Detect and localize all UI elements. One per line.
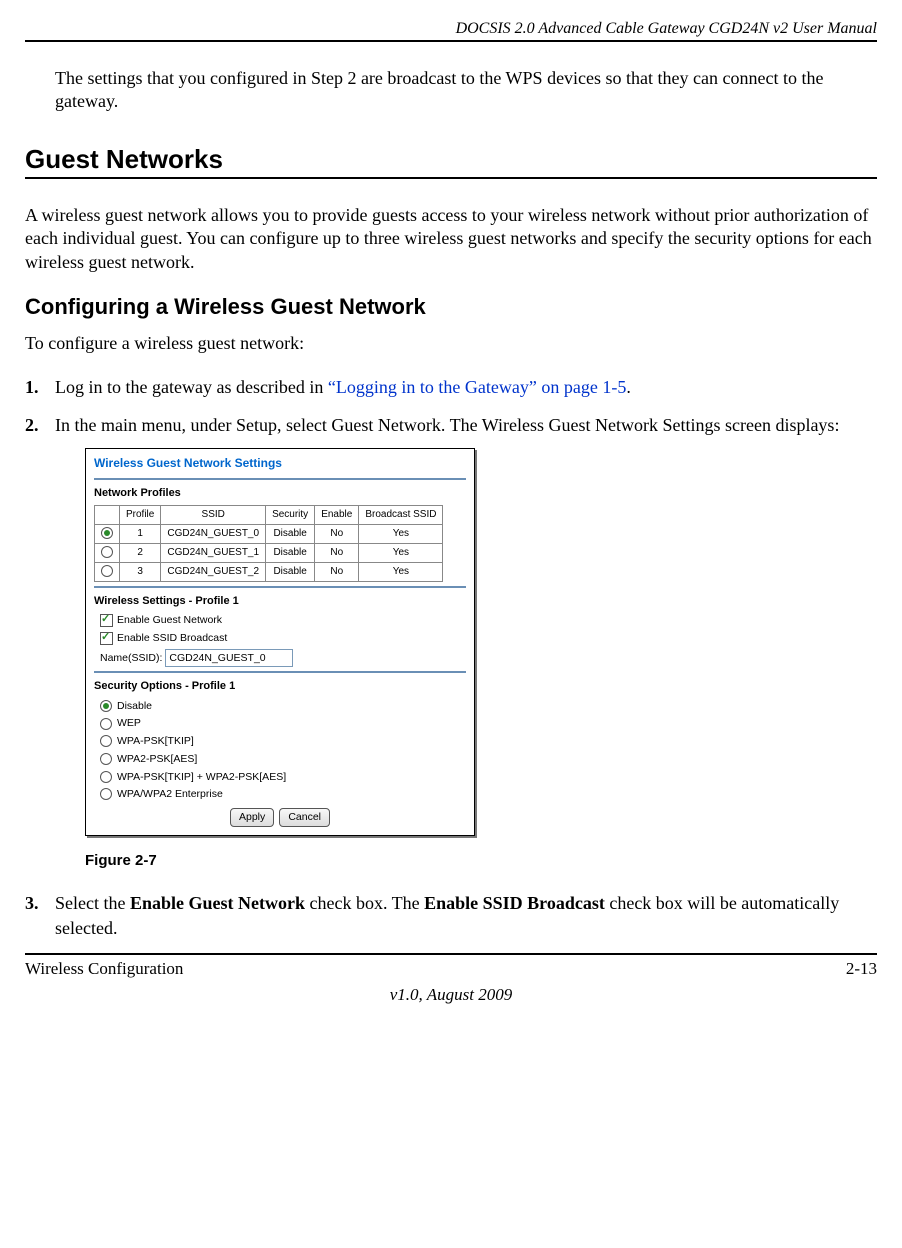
sec-label-enterprise: WPA/WPA2 Enterprise xyxy=(117,788,223,800)
profile-radio-2[interactable] xyxy=(101,546,113,558)
section-rule xyxy=(25,177,877,179)
step-1-text-pre: Log in to the gateway as described in xyxy=(55,377,328,397)
sec-radio-disable[interactable] xyxy=(100,700,112,712)
cell-profile: 3 xyxy=(120,562,161,581)
intro-paragraph: The settings that you configured in Step… xyxy=(55,67,877,114)
enable-guest-checkbox[interactable] xyxy=(100,614,113,627)
cell-ssid: CGD24N_GUEST_2 xyxy=(161,562,266,581)
screenshot-separator xyxy=(94,671,466,673)
footer-rule xyxy=(25,953,877,955)
security-options-heading: Security Options - Profile 1 xyxy=(94,679,466,694)
cell-bcast: Yes xyxy=(359,562,443,581)
cell-bcast: Yes xyxy=(359,524,443,543)
col-ssid: SSID xyxy=(161,505,266,524)
subsection-lead: To configure a wireless guest network: xyxy=(25,332,877,355)
cancel-button[interactable]: Cancel xyxy=(279,808,330,827)
step-2-text: In the main menu, under Setup, select Gu… xyxy=(55,415,839,435)
cell-enable: No xyxy=(315,543,359,562)
cell-enable: No xyxy=(315,524,359,543)
profile-radio-1[interactable] xyxy=(101,527,113,539)
step-2: In the main menu, under Setup, select Gu… xyxy=(25,413,877,871)
step-1-text-post: . xyxy=(626,377,631,397)
cell-bcast: Yes xyxy=(359,543,443,562)
footer-version: v1.0, August 2009 xyxy=(25,985,877,1005)
sec-label-wpa-psk: WPA-PSK[TKIP] xyxy=(117,735,194,747)
footer-page-number: 2-13 xyxy=(846,959,877,979)
section-heading-guest-networks: Guest Networks xyxy=(25,144,877,175)
table-row[interactable]: 3 CGD24N_GUEST_2 Disable No Yes xyxy=(95,562,443,581)
network-profiles-heading: Network Profiles xyxy=(94,486,466,501)
screenshot-separator xyxy=(94,478,466,480)
step-3: Select the Enable Guest Network check bo… xyxy=(25,891,877,941)
col-security: Security xyxy=(266,505,315,524)
enable-guest-label: Enable Guest Network xyxy=(117,614,222,626)
enable-ssid-checkbox[interactable] xyxy=(100,632,113,645)
col-profile: Profile xyxy=(120,505,161,524)
running-header: DOCSIS 2.0 Advanced Cable Gateway CGD24N… xyxy=(25,20,877,38)
cell-security: Disable xyxy=(266,543,315,562)
sec-radio-wpa-psk[interactable] xyxy=(100,735,112,747)
profile-radio-3[interactable] xyxy=(101,565,113,577)
table-row[interactable]: 2 CGD24N_GUEST_1 Disable No Yes xyxy=(95,543,443,562)
header-rule xyxy=(25,40,877,42)
col-select xyxy=(95,505,120,524)
col-broadcast: Broadcast SSID xyxy=(359,505,443,524)
screenshot-title: Wireless Guest Network Settings xyxy=(94,455,466,472)
screenshot-separator xyxy=(94,586,466,588)
sec-radio-wep[interactable] xyxy=(100,718,112,730)
sec-label-wpa-mix: WPA-PSK[TKIP] + WPA2-PSK[AES] xyxy=(117,771,286,783)
wireless-settings-heading: Wireless Settings - Profile 1 xyxy=(94,594,466,609)
sec-label-disable: Disable xyxy=(117,700,152,712)
step-1: Log in to the gateway as described in “L… xyxy=(25,375,877,400)
sec-radio-wpa2-psk[interactable] xyxy=(100,753,112,765)
sec-label-wep: WEP xyxy=(117,717,141,729)
sec-radio-wpa-mix[interactable] xyxy=(100,771,112,783)
section-description: A wireless guest network allows you to p… xyxy=(25,204,877,274)
col-enable: Enable xyxy=(315,505,359,524)
steps-list: Log in to the gateway as described in “L… xyxy=(25,375,877,941)
table-row[interactable]: 1 CGD24N_GUEST_0 Disable No Yes xyxy=(95,524,443,543)
footer-left: Wireless Configuration xyxy=(25,959,183,979)
network-profiles-table: Profile SSID Security Enable Broadcast S… xyxy=(94,505,443,582)
name-ssid-label: Name(SSID): xyxy=(100,652,162,664)
cell-security: Disable xyxy=(266,524,315,543)
sec-radio-enterprise[interactable] xyxy=(100,788,112,800)
step-3-pre: Select the xyxy=(55,893,130,913)
step-3-bold1: Enable Guest Network xyxy=(130,893,305,913)
cell-security: Disable xyxy=(266,562,315,581)
cell-ssid: CGD24N_GUEST_0 xyxy=(161,524,266,543)
login-link[interactable]: “Logging in to the Gateway” on page 1-5 xyxy=(328,377,626,397)
enable-ssid-label: Enable SSID Broadcast xyxy=(117,632,227,644)
table-header-row: Profile SSID Security Enable Broadcast S… xyxy=(95,505,443,524)
cell-ssid: CGD24N_GUEST_1 xyxy=(161,543,266,562)
figure-caption: Figure 2-7 xyxy=(85,850,877,871)
subsection-heading-configure: Configuring a Wireless Guest Network xyxy=(25,294,877,320)
sec-label-wpa2-psk: WPA2-PSK[AES] xyxy=(117,753,197,765)
apply-button[interactable]: Apply xyxy=(230,808,274,827)
cell-profile: 2 xyxy=(120,543,161,562)
cell-profile: 1 xyxy=(120,524,161,543)
step-3-bold2: Enable SSID Broadcast xyxy=(424,893,605,913)
cell-enable: No xyxy=(315,562,359,581)
name-ssid-input[interactable]: CGD24N_GUEST_0 xyxy=(165,649,293,668)
screenshot-panel: Wireless Guest Network Settings Network … xyxy=(85,448,475,836)
step-3-mid: check box. The xyxy=(305,893,424,913)
